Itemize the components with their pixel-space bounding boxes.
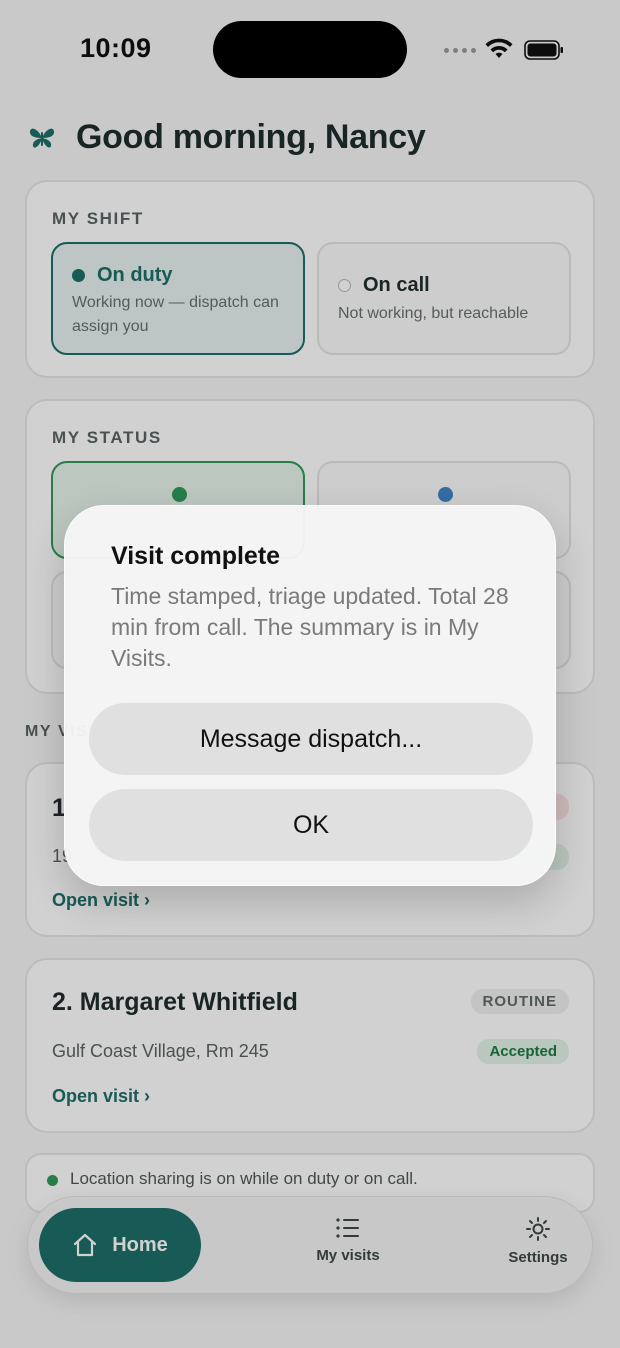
visit-complete-alert: Visit complete Time stamped, triage upda… (64, 505, 556, 886)
app-screen: 10:09 Good morning, Nancy MY SHIFT On du… (0, 0, 620, 1348)
ok-button[interactable]: OK (89, 789, 533, 861)
message-dispatch-button[interactable]: Message dispatch... (89, 703, 533, 775)
alert-message: Time stamped, triage updated. Total 28 m… (111, 583, 509, 671)
alert-title: Visit complete (111, 542, 281, 570)
